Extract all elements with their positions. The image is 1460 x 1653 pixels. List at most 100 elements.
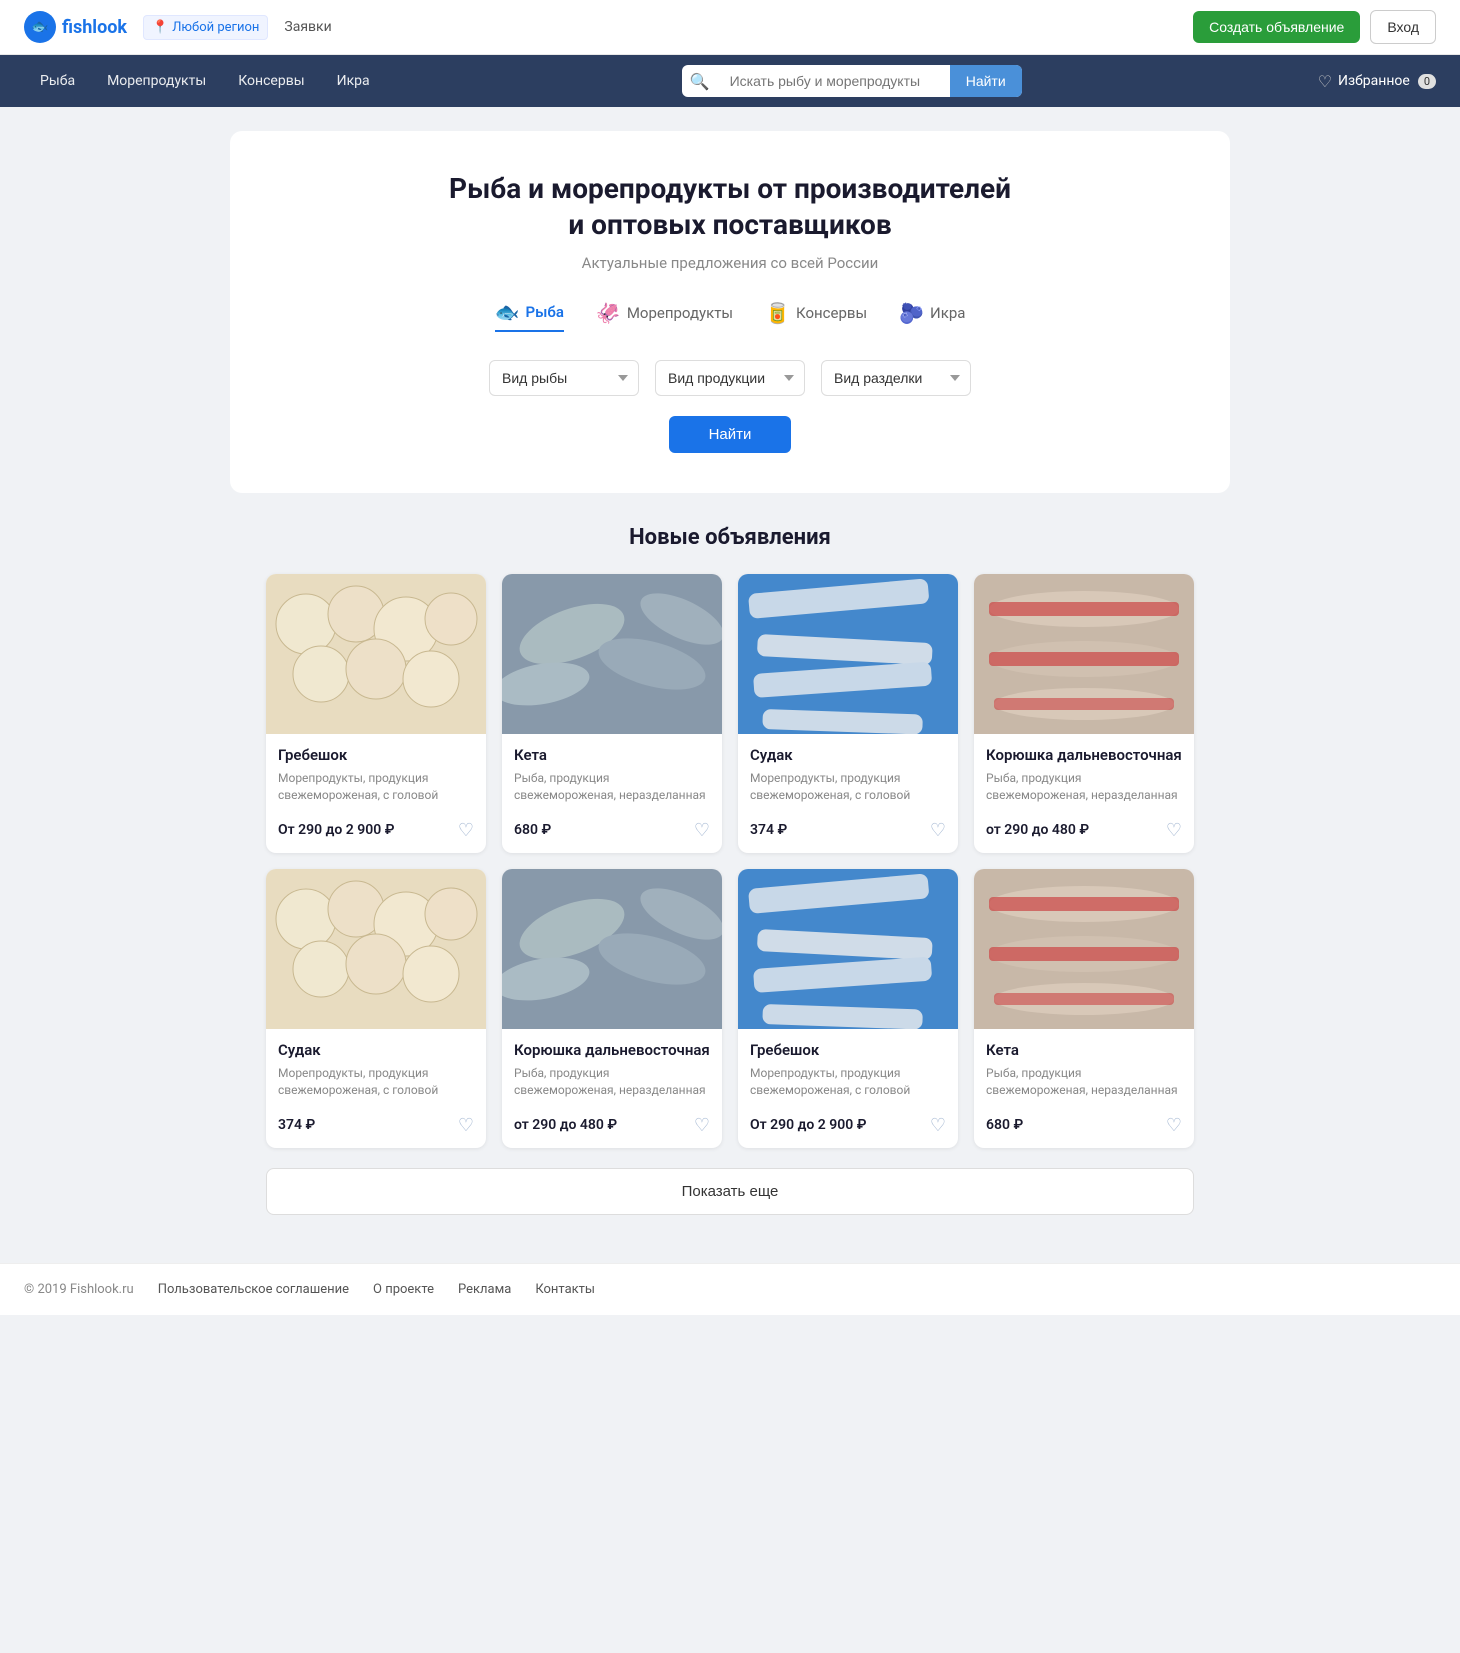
listings-title: Новые объявления [266, 525, 1194, 550]
card-title: Судак [750, 746, 946, 764]
card-price: 680 ₽ [514, 822, 551, 838]
footer-link-about[interactable]: О проекте [373, 1282, 434, 1297]
card-image [502, 574, 722, 734]
card-price: 680 ₽ [986, 1117, 1023, 1133]
nav-item-seafood[interactable]: Морепродукты [91, 59, 222, 103]
card-price: от 290 до 480 ₽ [986, 822, 1089, 838]
listing-card[interactable]: Корюшка дальневосточная Рыба, продукция … [502, 869, 722, 1148]
listing-card[interactable]: Корюшка дальневосточная Рыба, продукция … [974, 574, 1194, 853]
card-price: 374 ₽ [278, 1117, 315, 1133]
favorite-icon[interactable]: ♡ [694, 1115, 710, 1136]
card-footer: 374 ₽ ♡ [750, 820, 946, 841]
card-price: 374 ₽ [750, 822, 787, 838]
card-title: Кета [514, 746, 710, 764]
card-title: Гребешок [278, 746, 474, 764]
filter-cut-type[interactable]: Вид разделки [821, 360, 971, 396]
favorite-icon[interactable]: ♡ [694, 820, 710, 841]
hero-search-button[interactable]: Найти [669, 416, 792, 453]
favorite-icon[interactable]: ♡ [930, 820, 946, 841]
card-price: От 290 до 2 900 ₽ [278, 822, 395, 838]
card-body: Кета Рыба, продукция свежемороженая, нер… [974, 1029, 1194, 1148]
seafood-tab-label: Морепродукты [627, 304, 733, 322]
nav-requests[interactable]: Заявки [284, 19, 331, 35]
logo-icon: 🐟 [24, 11, 56, 43]
region-button[interactable]: 📍 Любой регион [143, 15, 268, 40]
footer-link-contacts[interactable]: Контакты [535, 1282, 595, 1297]
card-footer: От 290 до 2 900 ₽ ♡ [278, 820, 474, 841]
top-bar-right: Создать объявление Вход [1193, 10, 1436, 44]
card-description: Рыба, продукция свежемороженая, нераздел… [986, 770, 1182, 806]
card-footer: От 290 до 2 900 ₽ ♡ [750, 1115, 946, 1136]
card-description: Морепродукты, продукция свежемороженая, … [278, 770, 474, 806]
filter-product-type[interactable]: Вид продукции [655, 360, 805, 396]
card-description: Рыба, продукция свежемороженая, нераздел… [986, 1065, 1182, 1101]
favorite-icon[interactable]: ♡ [458, 1115, 474, 1136]
card-footer: от 290 до 480 ₽ ♡ [986, 820, 1182, 841]
top-bar: 🐟 fishlook 📍 Любой регион Заявки Создать… [0, 0, 1460, 55]
search-button[interactable]: Найти [950, 65, 1022, 97]
search-input[interactable] [718, 65, 950, 97]
nav-favorites[interactable]: ♡ Избранное 0 [1318, 72, 1436, 91]
heart-icon: ♡ [1318, 72, 1332, 91]
card-body: Судак Морепродукты, продукция свежеморож… [266, 1029, 486, 1148]
hero-tab-fish[interactable]: 🐟 Рыба [495, 300, 564, 332]
listing-card[interactable]: Кета Рыба, продукция свежемороженая, нер… [502, 574, 722, 853]
footer: © 2019 Fishlook.ru Пользовательское согл… [0, 1263, 1460, 1315]
create-listing-button[interactable]: Создать объявление [1193, 11, 1360, 43]
card-price: От 290 до 2 900 ₽ [750, 1117, 867, 1133]
card-title: Корюшка дальневосточная [986, 746, 1182, 764]
fish-tab-label: Рыба [525, 303, 563, 321]
nav-item-caviar[interactable]: Икра [321, 59, 386, 103]
card-footer: 680 ₽ ♡ [986, 1115, 1182, 1136]
card-body: Корюшка дальневосточная Рыба, продукция … [502, 1029, 722, 1148]
card-body: Гребешок Морепродукты, продукция свежемо… [738, 1029, 958, 1148]
favorite-icon[interactable]: ♡ [1166, 820, 1182, 841]
caviar-tab-icon: 🫐 [899, 301, 924, 325]
nav-item-canned[interactable]: Консервы [222, 59, 320, 103]
favorite-icon[interactable]: ♡ [1166, 1115, 1182, 1136]
listing-card[interactable]: Судак Морепродукты, продукция свежеморож… [266, 869, 486, 1148]
card-body: Корюшка дальневосточная Рыба, продукция … [974, 734, 1194, 853]
card-title: Кета [986, 1041, 1182, 1059]
location-icon: 📍 [152, 20, 168, 35]
listing-card[interactable]: Кета Рыба, продукция свежемороженая, нер… [974, 869, 1194, 1148]
canned-tab-icon: 🥫 [765, 301, 790, 325]
seafood-tab-icon: 🦑 [596, 301, 621, 325]
card-image [738, 869, 958, 1029]
login-button[interactable]: Вход [1370, 10, 1436, 44]
top-bar-left: 🐟 fishlook 📍 Любой регион Заявки [24, 11, 332, 43]
hero-tab-caviar[interactable]: 🫐 Икра [899, 300, 965, 332]
card-body: Гребешок Морепродукты, продукция свежемо… [266, 734, 486, 853]
card-footer: от 290 до 480 ₽ ♡ [514, 1115, 710, 1136]
favorites-label: Избранное [1338, 73, 1410, 89]
favorite-icon[interactable]: ♡ [930, 1115, 946, 1136]
hero-section: Рыба и морепродукты от производителей и … [230, 131, 1230, 493]
listings-section: Новые объявления Гребешок Морепродукты, … [250, 525, 1210, 1148]
hero-tab-seafood[interactable]: 🦑 Морепродукты [596, 300, 733, 332]
canned-tab-label: Консервы [796, 304, 867, 322]
caviar-tab-label: Икра [930, 304, 965, 322]
footer-copyright: © 2019 Fishlook.ru [24, 1282, 134, 1297]
search-icon: 🔍 [682, 72, 718, 91]
show-more-button[interactable]: Показать еще [266, 1168, 1194, 1215]
hero-tabs: 🐟 Рыба 🦑 Морепродукты 🥫 Консервы 🫐 Икра [290, 300, 1170, 332]
filter-fish-type[interactable]: Вид рыбы [489, 360, 639, 396]
nav-item-fish[interactable]: Рыба [24, 59, 91, 103]
card-description: Рыба, продукция свежемороженая, нераздел… [514, 1065, 710, 1101]
footer-link-agreement[interactable]: Пользовательское соглашение [158, 1282, 349, 1297]
logo[interactable]: 🐟 fishlook [24, 11, 127, 43]
card-title: Судак [278, 1041, 474, 1059]
listing-card[interactable]: Гребешок Морепродукты, продукция свежемо… [266, 574, 486, 853]
card-footer: 374 ₽ ♡ [278, 1115, 474, 1136]
card-title: Гребешок [750, 1041, 946, 1059]
card-body: Кета Рыба, продукция свежемороженая, нер… [502, 734, 722, 853]
nav-bar: Рыба Морепродукты Консервы Икра 🔍 Найти … [0, 55, 1460, 107]
footer-link-ads[interactable]: Реклама [458, 1282, 511, 1297]
card-body: Судак Морепродукты, продукция свежеморож… [738, 734, 958, 853]
listing-card[interactable]: Гребешок Морепродукты, продукция свежемо… [738, 869, 958, 1148]
listings-grid: Гребешок Морепродукты, продукция свежемо… [266, 574, 1194, 1148]
listing-card[interactable]: Судак Морепродукты, продукция свежеморож… [738, 574, 958, 853]
favorite-icon[interactable]: ♡ [458, 820, 474, 841]
hero-tab-canned[interactable]: 🥫 Консервы [765, 300, 867, 332]
card-image [974, 869, 1194, 1029]
